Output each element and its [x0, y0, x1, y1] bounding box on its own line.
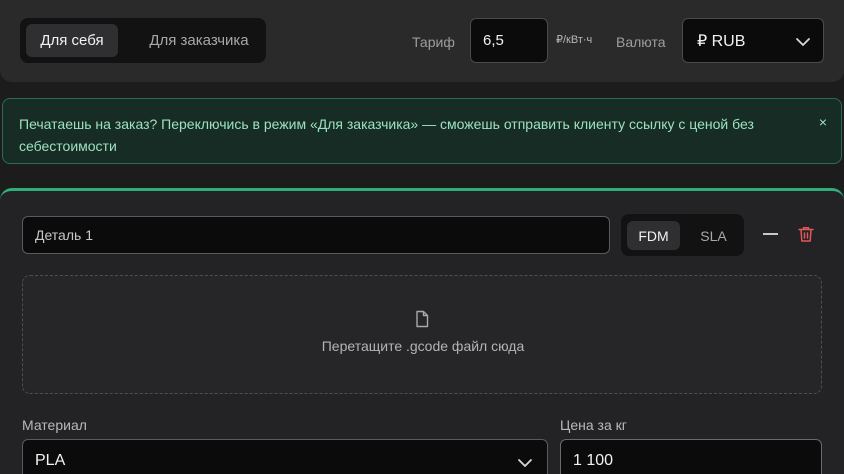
mode-tab-customer[interactable]: Для заказчика: [124, 24, 274, 57]
minus-icon[interactable]: [763, 233, 778, 235]
mode-tab-self[interactable]: Для себя: [26, 24, 118, 57]
material-label: Материал: [22, 417, 87, 433]
tariff-input[interactable]: 6,5: [470, 18, 548, 63]
settings-bar: Для себя Для заказчика Тариф 6,5 ₽/кВт·ч…: [0, 0, 844, 82]
currency-select[interactable]: ₽ RUB: [682, 18, 824, 63]
file-icon: [416, 310, 429, 328]
dropzone-text: Перетащите .gcode файл сюда: [321, 338, 525, 354]
trash-icon[interactable]: [797, 225, 815, 243]
mode-toggle: Для себя Для заказчика: [20, 18, 266, 63]
tariff-unit: ₽/кВт·ч: [556, 34, 593, 46]
tech-tab-sla[interactable]: SLA: [691, 221, 736, 250]
part-name-input[interactable]: Деталь 1: [22, 216, 610, 254]
material-value: PLA: [35, 452, 66, 469]
technology-toggle: FDM SLA: [621, 214, 744, 256]
price-per-kg-input[interactable]: 1 100: [560, 439, 822, 474]
gcode-dropzone[interactable]: Перетащите .gcode файл сюда: [22, 275, 822, 394]
tech-tab-fdm[interactable]: FDM: [627, 221, 680, 250]
tariff-label: Тариф: [412, 34, 455, 50]
info-banner: Печатаешь на заказ? Переключись в режим …: [2, 98, 842, 164]
close-icon[interactable]: ×: [819, 114, 827, 130]
part-card: Деталь 1 FDM SLA Перетащите .gcode файл …: [0, 188, 844, 474]
currency-value: ₽ RUB: [697, 32, 746, 50]
price-label: Цена за кг: [560, 417, 627, 433]
material-select[interactable]: PLA: [22, 439, 548, 474]
banner-text: Печатаешь на заказ? Переключись в режим …: [19, 116, 754, 154]
chevron-down-icon: [796, 38, 810, 46]
currency-label: Валюта: [616, 34, 666, 50]
chevron-down-icon: [518, 459, 532, 467]
